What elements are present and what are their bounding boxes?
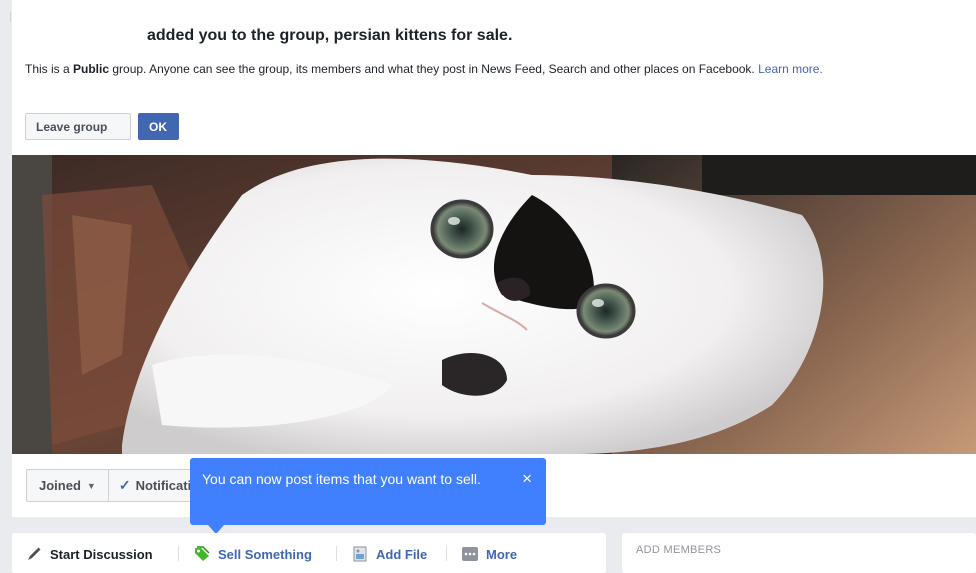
sell-tooltip: You can now post items that you want to … [190, 458, 546, 525]
divider [10, 12, 11, 22]
sell-something-label: Sell Something [218, 546, 312, 562]
membership-controls: Joined ▼ ✓ Notifications [26, 469, 200, 502]
divider [336, 546, 337, 561]
more-label: More [486, 546, 518, 562]
file-icon [352, 546, 368, 562]
pencil-icon [26, 546, 42, 562]
start-discussion-button[interactable]: Start Discussion [26, 545, 153, 563]
learn-more-link[interactable]: Learn more. [758, 62, 823, 76]
add-file-label: Add File [376, 546, 428, 562]
close-icon[interactable]: × [522, 469, 532, 488]
add-members-heading: ADD MEMBERS [636, 544, 722, 556]
leave-group-button[interactable]: Leave group [25, 113, 131, 140]
cover-photo [12, 155, 976, 454]
sell-something-button[interactable]: Sell Something [194, 545, 312, 563]
notice-body-suffix: group. Anyone can see the group, its mem… [109, 62, 759, 76]
notice-title: added you to the group, persian kittens … [147, 27, 513, 44]
notice-body-prefix: This is a [25, 62, 74, 76]
joined-label: Joined [39, 478, 81, 493]
privacy-label: Public [73, 62, 110, 76]
start-discussion-label: Start Discussion [50, 546, 153, 562]
more-button[interactable]: More [462, 545, 517, 563]
tooltip-text: You can now post items that you want to … [202, 471, 481, 487]
kitten-cover-image [12, 155, 976, 454]
add-file-button[interactable]: Add File [352, 545, 427, 563]
divider [446, 546, 447, 561]
more-icon [462, 546, 478, 562]
joined-button[interactable]: Joined ▼ [27, 470, 109, 501]
notice-body: This is a Public group. Anyone can see t… [25, 61, 955, 78]
ok-button[interactable]: OK [138, 113, 179, 140]
caret-down-icon: ▼ [86, 480, 96, 491]
divider [178, 546, 179, 561]
checkmark-icon: ✓ [118, 477, 131, 493]
notifications-button[interactable]: ✓ Notifications [109, 470, 199, 501]
tag-icon [194, 546, 210, 562]
